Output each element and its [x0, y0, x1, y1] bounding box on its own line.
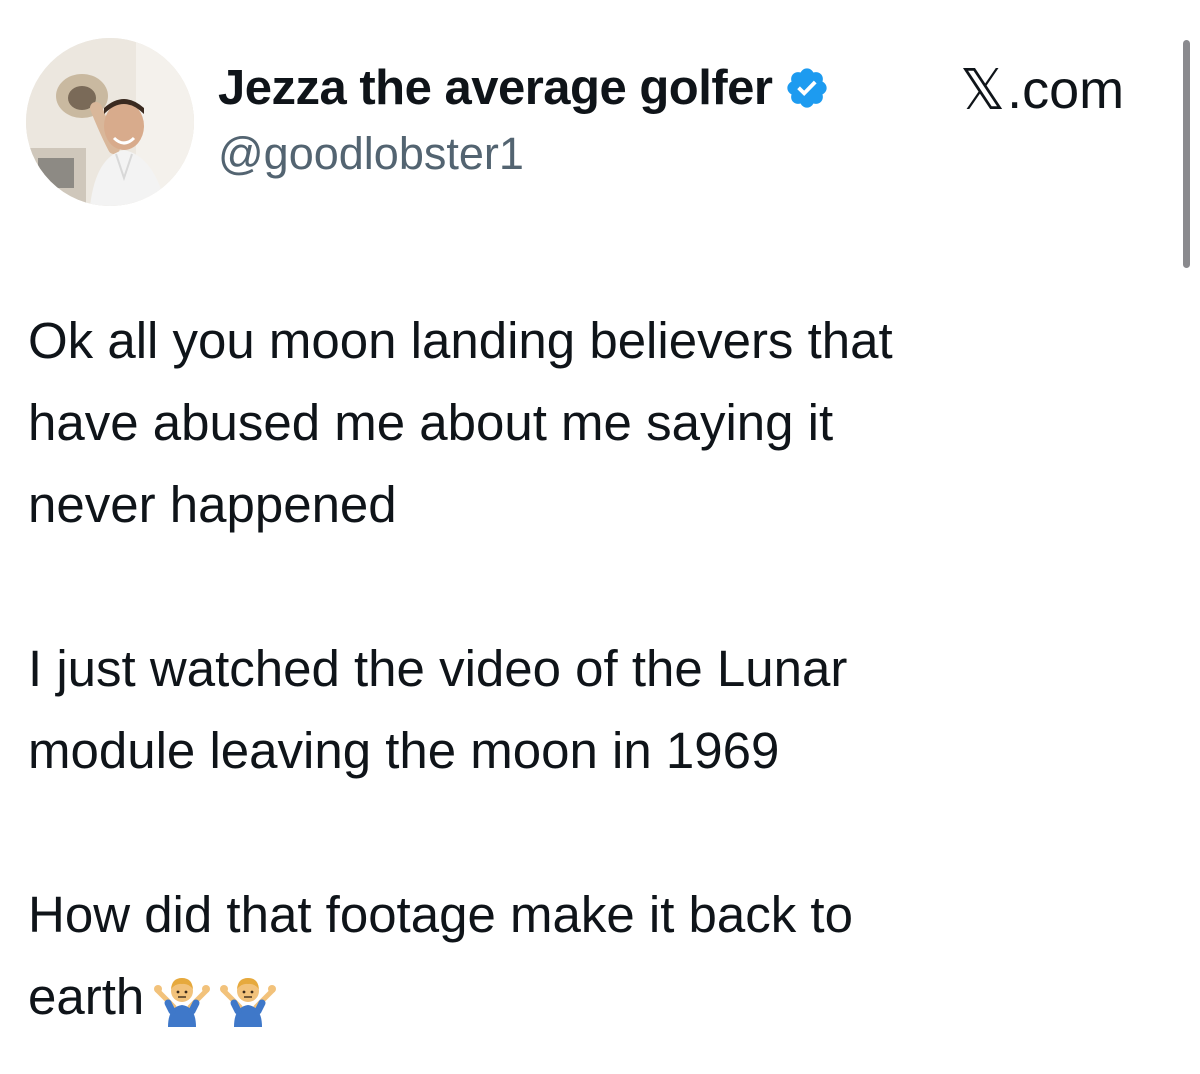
tweet-card: Jezza the average golfer @goodlobster1 𝕏…	[0, 0, 1200, 1074]
author-display-name[interactable]: Jezza the average golfer	[218, 60, 773, 116]
tweet-line: Ok all you moon landing believers that	[28, 312, 893, 369]
tweet-paragraph: How did that footage make it back to ear…	[28, 874, 1158, 1038]
avatar-photo	[26, 38, 194, 206]
tweet-line: I just watched the video of the Lunar	[28, 640, 848, 697]
source-label: 𝕏 .com	[960, 57, 1125, 123]
tweet-line: never happened	[28, 476, 397, 533]
tweet-line: earth	[28, 968, 145, 1025]
man-shrugging-emoji-icon	[154, 971, 211, 1028]
emoji-group	[144, 955, 277, 1037]
source-domain: .com	[1007, 60, 1125, 120]
tweet-text: Ok all you moon landing believers that h…	[28, 300, 1158, 1038]
verified-badge-icon	[784, 65, 830, 111]
author-name-row: Jezza the average golfer	[218, 56, 830, 120]
author-avatar[interactable]	[26, 38, 194, 206]
tweet-line: module leaving the moon in 1969	[28, 722, 780, 779]
tweet-paragraph: I just watched the video of the Lunar mo…	[28, 628, 1158, 792]
scrollbar[interactable]	[1183, 40, 1190, 268]
tweet-line: How did that footage make it back to	[28, 886, 853, 943]
x-logo-icon: 𝕏	[960, 57, 1006, 123]
tweet-line: have abused me about me saying it	[28, 394, 834, 451]
man-shrugging-emoji-icon	[220, 971, 277, 1028]
tweet-paragraph: Ok all you moon landing believers that h…	[28, 300, 1158, 546]
author-handle[interactable]: @goodlobster1	[218, 128, 524, 180]
